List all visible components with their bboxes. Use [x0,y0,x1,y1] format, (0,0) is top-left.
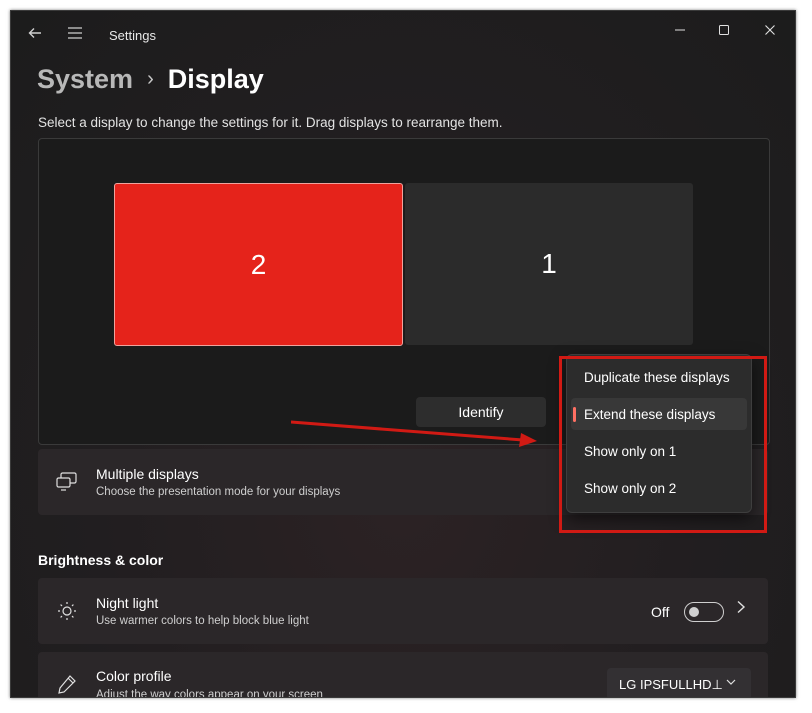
toggle-knob [689,607,699,617]
brightness-sun-icon [58,602,76,620]
breadcrumb-system[interactable]: System [37,64,133,95]
multiple-displays-icon [56,472,77,491]
monitor-2-label: 2 [250,248,267,280]
close-button[interactable] [755,19,785,41]
night-light-subtitle: Use warmer colors to help block blue lig… [96,615,309,627]
monitor-2[interactable]: 2 [114,183,403,346]
monitor-1[interactable]: 1 [405,183,693,345]
page-title: Display [167,63,264,94]
close-icon [765,25,775,35]
night-light-toggle[interactable] [684,602,724,622]
breadcrumb-separator: › [147,67,154,90]
maximize-icon [719,25,729,35]
annotation-highlight-box [559,356,767,533]
settings-window: Settings System › Display Select a displ… [10,10,796,698]
hamburger-menu-icon[interactable] [63,21,87,45]
breadcrumb: System › Display [37,59,264,99]
minimize-button[interactable] [665,19,695,41]
color-profile-subtitle: Adjust the way colors appear on your scr… [96,689,323,698]
chevron-down-icon [725,676,737,691]
maximize-button[interactable] [709,19,739,41]
multiple-displays-title: Multiple displays [96,466,199,482]
minimize-icon [675,29,685,31]
night-light-toggle-label: Off [651,604,670,620]
color-profile-value: LG IPSFULLHD⊥ [619,677,723,692]
color-profile-select[interactable]: LG IPSFULLHD⊥ [607,668,751,697]
chevron-right-icon[interactable] [736,600,746,619]
night-light-card[interactable]: Night light Use warmer colors to help bl… [38,578,768,644]
annotation-arrow-icon [291,420,537,447]
eyedropper-icon [58,675,76,694]
arrange-hint: Select a display to change the settings … [38,115,503,130]
multiple-displays-subtitle: Choose the presentation mode for your di… [96,486,341,498]
color-profile-title: Color profile [96,668,172,684]
color-profile-card[interactable]: Color profile Adjust the way colors appe… [38,652,768,698]
back-arrow-icon[interactable] [23,21,47,45]
title-bar: Settings [11,11,795,59]
app-title: Settings [109,28,156,43]
monitor-1-label: 1 [541,248,557,279]
section-heading-brightness: Brightness & color [38,552,164,568]
night-light-title: Night light [96,595,159,611]
